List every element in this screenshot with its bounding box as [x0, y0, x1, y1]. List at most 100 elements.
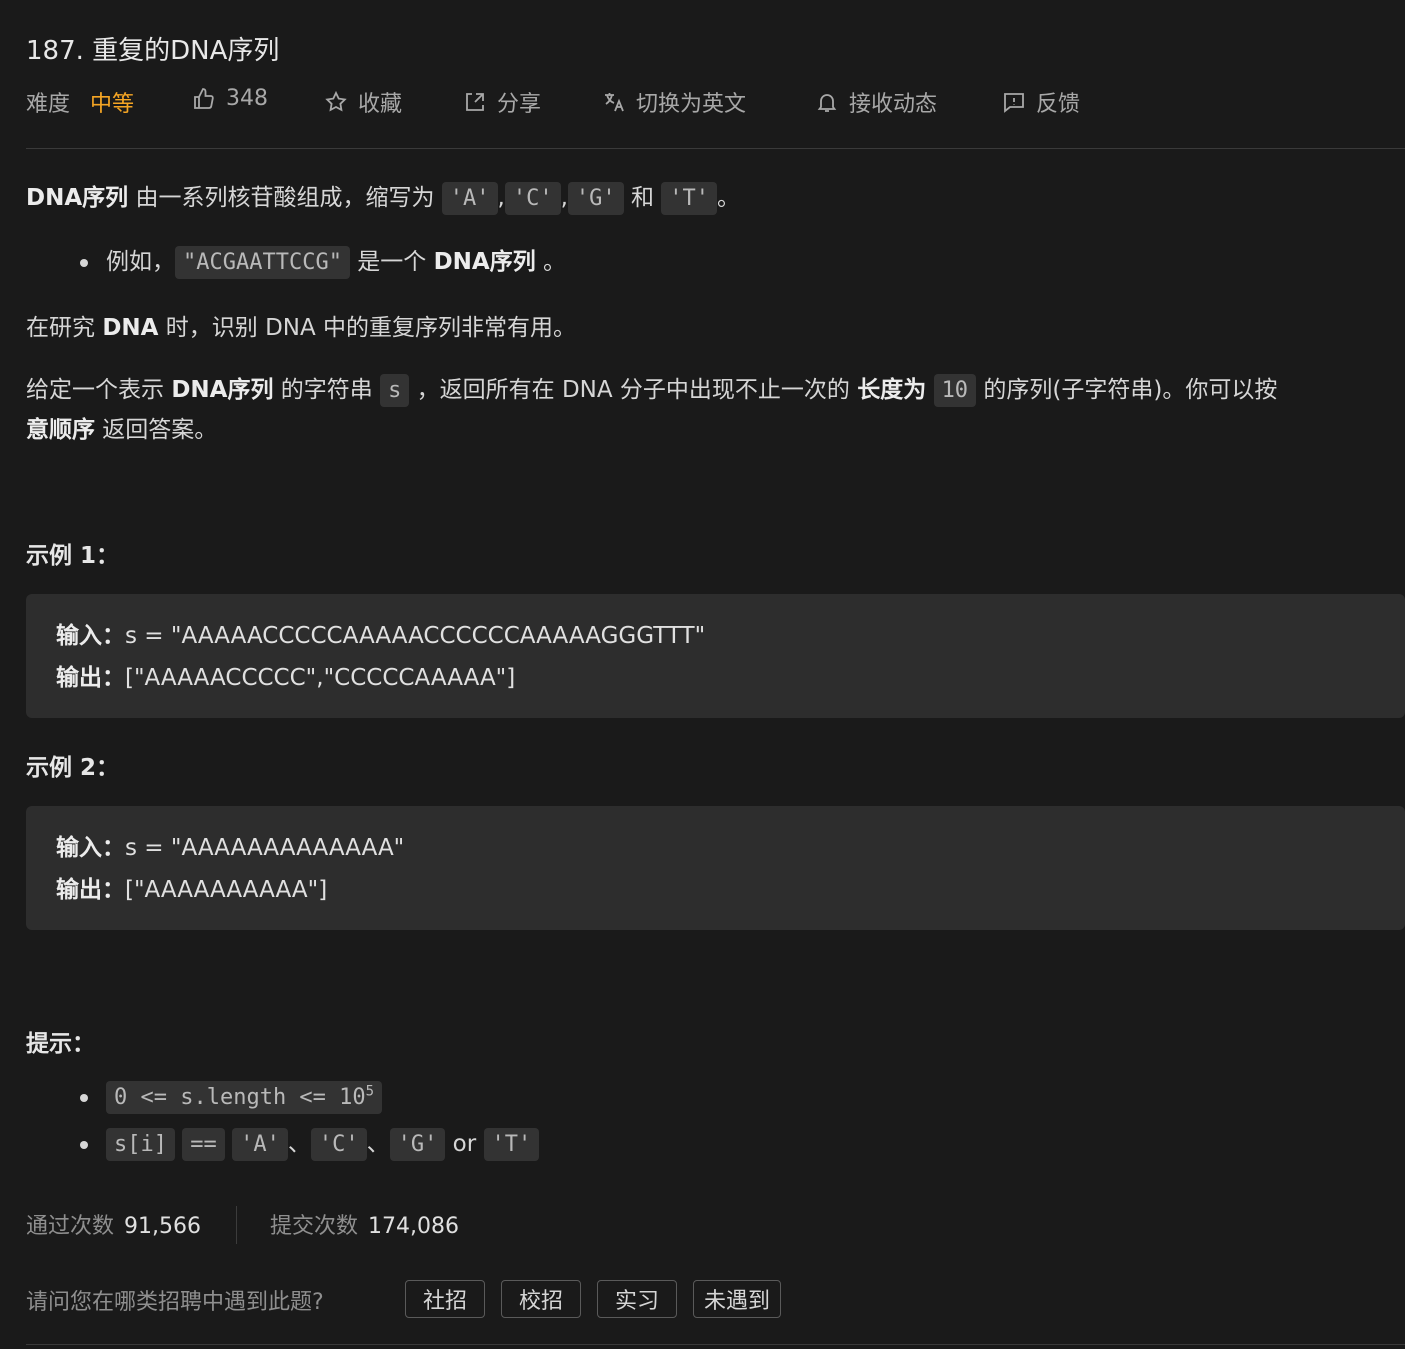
accepted-value: 91,566	[124, 1214, 201, 1239]
constraint-2: s[i] == 'A'、 'C'、 'G' or 'T'	[80, 1124, 540, 1161]
like-count: 348	[226, 86, 268, 111]
p3-end: 返回答案。	[95, 417, 218, 443]
constraint-1-exponent: 5	[365, 1084, 375, 1100]
submissions-value: 174,086	[368, 1214, 459, 1239]
description-bullet: 例如， "ACGAATTCCG" 是一个 DNA序列 。	[80, 242, 567, 279]
p1-sep: ,	[497, 185, 505, 211]
code-c: 'C'	[310, 1128, 367, 1161]
input-value: s = "AAAAACCCCCAAAAACCCCCCAAAAAGGGTTT"	[125, 623, 706, 649]
constraint-1-text: 0 <= s.length <= 10	[114, 1085, 366, 1111]
code-si: s[i]	[106, 1128, 175, 1161]
dna-term: DNA	[102, 315, 159, 341]
favorite-label: 收藏	[358, 92, 403, 117]
code-a: 'A'	[441, 182, 498, 215]
input-value: s = "AAAAAAAAAAAAA"	[125, 835, 405, 861]
code-g: 'G'	[389, 1128, 446, 1161]
description-paragraph-2: 在研究 DNA 时，识别 DNA 中的重复序列非常有用。	[26, 308, 576, 342]
bullet-prefix: 例如，	[106, 249, 175, 275]
code-t: 'T'	[483, 1128, 540, 1161]
p3-mid: 的字符串	[273, 377, 381, 403]
bullet-dot	[80, 1093, 88, 1102]
p1-sep: ,	[560, 185, 568, 211]
dna-term: DNA序列	[433, 249, 536, 275]
code-eq: ==	[182, 1128, 225, 1161]
length-term: 长度为	[857, 377, 927, 403]
share-icon	[463, 90, 487, 114]
bullet-dot	[80, 1140, 88, 1149]
stats-divider	[236, 1206, 237, 1244]
any-order-term: 意顺序	[26, 417, 95, 443]
dna-term: DNA序列	[171, 377, 274, 403]
survey-option-campus[interactable]: 校招	[501, 1280, 581, 1318]
output-label: 输出：	[56, 877, 125, 903]
header-divider	[26, 148, 1405, 149]
p2-pre: 在研究	[26, 315, 103, 341]
subscribe-button[interactable]: 接收动态	[815, 86, 937, 118]
code-a: 'A'	[232, 1128, 288, 1161]
input-label: 输入：	[56, 623, 125, 649]
feedback-label: 反馈	[1036, 92, 1081, 117]
constraint-1: 0 <= s.length <= 105	[80, 1081, 383, 1115]
survey-option-intern[interactable]: 实习	[597, 1280, 677, 1318]
example-1-heading: 示例 1：	[26, 543, 120, 569]
code-10: 10	[933, 374, 977, 407]
problem-title: 187. 重复的DNA序列	[26, 36, 280, 66]
share-label: 分享	[497, 92, 542, 117]
code-g: 'G'	[567, 182, 624, 215]
example-2-heading: 示例 2：	[26, 755, 120, 781]
output-label: 输出：	[56, 665, 125, 691]
survey-option-social[interactable]: 社招	[405, 1280, 485, 1318]
feedback-button[interactable]: 反馈	[1002, 86, 1080, 118]
example-1-output: 输出：["AAAAACCCCC","CCCCCAAAAA"]	[56, 658, 515, 692]
example-2-block: 输入：s = "AAAAAAAAAAAAA" 输出：["AAAAAAAAAA"]	[26, 806, 1405, 930]
sep: 、	[287, 1131, 311, 1157]
input-label: 输入：	[56, 835, 125, 861]
difficulty: 难度 中等	[26, 86, 134, 118]
sep: 、	[366, 1131, 390, 1157]
output-value: ["AAAAAAAAAA"]	[125, 877, 328, 903]
share-button[interactable]: 分享	[463, 86, 541, 118]
p1-text: 由一系列核苷酸组成，缩写为	[128, 185, 442, 211]
translate-icon	[602, 90, 626, 114]
accepted-label: 通过次数	[26, 1214, 115, 1239]
code-c: 'C'	[504, 182, 561, 215]
bullet-end: 。	[535, 249, 567, 275]
example-1-block: 输入：s = "AAAAACCCCCAAAAACCCCCCAAAAAGGGTTT…	[26, 594, 1405, 718]
example-2-output: 输出：["AAAAAAAAAA"]	[56, 870, 327, 904]
dna-term: DNA序列	[26, 185, 129, 211]
description-paragraph-3-cont: 意顺序 返回答案。	[26, 410, 217, 444]
code-s: s	[380, 374, 410, 407]
description-paragraph-3: 给定一个表示 DNA序列 的字符串 s ，返回所有在 DNA 分子中出现不止一次…	[26, 370, 1278, 407]
p1-and: 和	[623, 185, 662, 211]
bell-icon	[815, 90, 839, 114]
feedback-icon	[1002, 90, 1026, 114]
submissions-label: 提交次数	[270, 1214, 359, 1239]
survey-question: 请问您在哪类招聘中遇到此题?	[26, 1290, 324, 1315]
code-t: 'T'	[661, 182, 718, 215]
switch-language-button[interactable]: 切换为英文	[602, 86, 746, 118]
example-sequence-code: "ACGAATTCCG"	[175, 246, 350, 279]
survey-option-not-met[interactable]: 未遇到	[693, 1280, 781, 1318]
like-button[interactable]: 348	[192, 86, 268, 111]
output-value: ["AAAAACCCCC","CCCCCAAAAA"]	[125, 665, 516, 691]
accepted-count: 通过次数 91,566	[26, 1208, 201, 1240]
bullet-mid: 是一个	[349, 249, 434, 275]
example-2-input: 输入：s = "AAAAAAAAAAAAA"	[56, 828, 404, 862]
subscribe-label: 接收动态	[849, 92, 938, 117]
constraints-heading: 提示：	[26, 1031, 95, 1057]
favorite-button[interactable]: 收藏	[324, 86, 402, 118]
p2-post: 时，识别 DNA 中的重复序列非常有用。	[158, 315, 577, 341]
difficulty-label: 难度	[26, 92, 71, 117]
p3-mid: 的序列(子字符串)。你可以按	[976, 377, 1278, 403]
example-1-input: 输入：s = "AAAAACCCCCAAAAACCCCCCAAAAAGGGTTT…	[56, 616, 705, 650]
difficulty-value: 中等	[90, 92, 135, 117]
switch-language-label: 切换为英文	[636, 92, 747, 117]
bullet-dot	[80, 258, 88, 267]
footer-divider	[26, 1344, 1405, 1345]
constraint-1-code: 0 <= s.length <= 105	[106, 1081, 383, 1115]
or-text: or	[445, 1131, 484, 1157]
description-paragraph-1: DNA序列 由一系列核苷酸组成，缩写为 'A', 'C', 'G' 和 'T'。	[26, 178, 741, 215]
p3-pre: 给定一个表示	[26, 377, 172, 403]
p1-end: 。	[717, 185, 741, 211]
p3-mid: ，返回所有在 DNA 分子中出现不止一次的	[409, 377, 858, 403]
